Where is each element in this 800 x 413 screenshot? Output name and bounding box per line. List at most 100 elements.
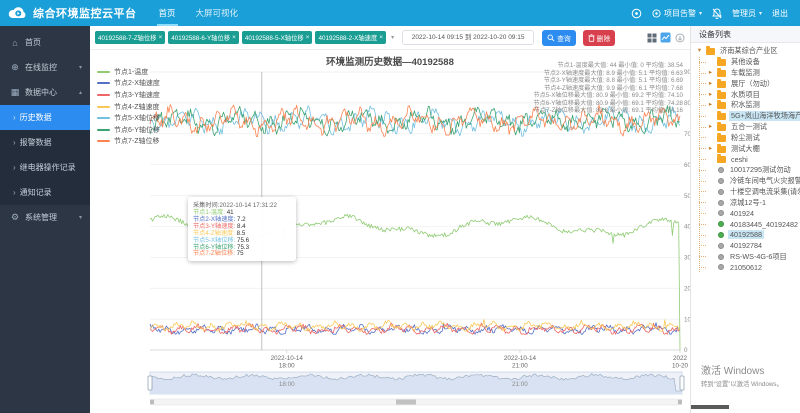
user-menu[interactable]: 管理员 ▾ bbox=[732, 8, 762, 19]
tree-item[interactable]: 10017295测试勿动 bbox=[707, 165, 800, 176]
tree-item[interactable]: RS-WS-4G-6项目 bbox=[707, 251, 800, 262]
sidebar-subitem[interactable]: ›报警数据 bbox=[0, 130, 90, 155]
close-icon[interactable]: × bbox=[232, 34, 236, 41]
toggle-expanded-icon[interactable]: ▾ bbox=[696, 46, 703, 56]
topbar-menu: 首页大屏可视化 bbox=[149, 0, 249, 26]
tree-item[interactable]: ▸ 车载监测 bbox=[707, 68, 800, 79]
tree-item[interactable]: 其他设备 bbox=[707, 57, 800, 68]
topbar: 综合环境监控云平台 首页大屏可视化 项目告警 ▾ 管理员 bbox=[0, 0, 800, 26]
delete-button[interactable]: 删除 bbox=[583, 30, 616, 46]
toggle-collapsed-icon[interactable]: ▸ bbox=[707, 100, 714, 110]
project-alarm-menu[interactable]: 项目告警 ▾ bbox=[652, 8, 702, 19]
legend-item[interactable]: 节点4-Z轴速度 bbox=[97, 101, 160, 113]
legend-marker bbox=[97, 82, 110, 84]
filter-tag[interactable]: 40192588-2-X轴速度× bbox=[315, 31, 386, 44]
tooltip-rows: 节点1-温度: 41节点2-X轴速度: 7.2节点3-Y轴速度: 8.4节点4-… bbox=[193, 210, 291, 258]
tree-item[interactable]: ceshi bbox=[707, 154, 800, 165]
close-icon[interactable]: × bbox=[306, 34, 310, 41]
tooltip-series-value: 75 bbox=[237, 250, 244, 257]
download-icon[interactable] bbox=[674, 32, 685, 43]
tree-item[interactable]: 冷链车间电气火灾报警器 bbox=[707, 176, 800, 187]
trash-icon bbox=[588, 34, 595, 42]
device-status-dot-offline bbox=[718, 178, 724, 184]
folder-icon bbox=[717, 124, 726, 131]
legend-item[interactable]: 节点7-Z轴位移 bbox=[97, 136, 160, 148]
tree-item-label: 其他设备 bbox=[729, 57, 762, 67]
chart-stat-line: 节点5-X轴位移最大值: 80.9 最小值: 69.2 平均值: 74.10 bbox=[533, 92, 683, 100]
legend-label: 节点6-Y轴位移 bbox=[114, 125, 160, 135]
tree-item[interactable]: ▸ 展厅（勿动） bbox=[707, 78, 800, 89]
filter-tag[interactable]: 40192588-6-Y轴位移× bbox=[168, 31, 239, 44]
query-button[interactable]: 查询 bbox=[542, 30, 576, 46]
tree-item-label: 车载监测 bbox=[729, 68, 762, 78]
toggle-collapsed-icon[interactable]: ▸ bbox=[707, 79, 714, 89]
table-view-icon[interactable] bbox=[646, 32, 657, 43]
sidebar-item-1[interactable]: ⊕在线监控▾ bbox=[0, 55, 90, 80]
tree-item-label: ceshi bbox=[729, 155, 750, 164]
chart-stat-line: 节点1-温度最大值: 44 最小值: 0 平均值: 38.54 bbox=[533, 62, 683, 70]
tree-item[interactable]: 凉城12号-1 bbox=[707, 197, 800, 208]
legend-item[interactable]: 节点3-Y轴速度 bbox=[97, 89, 160, 101]
folder-icon bbox=[717, 59, 726, 66]
chart-view-icon[interactable] bbox=[660, 32, 671, 43]
device-status-dot-offline bbox=[718, 254, 724, 260]
toggle-collapsed-icon[interactable]: ▸ bbox=[707, 122, 714, 132]
sidebar-subitem-label: 继电器操作记录 bbox=[20, 162, 76, 173]
panel-scrollbar-thumb[interactable] bbox=[691, 405, 729, 409]
date-range-input[interactable]: 2022-10-14 09:15 到 2022-10-20 09:15 bbox=[402, 30, 534, 45]
sidebar-item-0[interactable]: ⌂首页 bbox=[0, 30, 90, 55]
folder-icon bbox=[717, 113, 726, 120]
toggle-collapsed-icon[interactable]: ▸ bbox=[707, 90, 714, 100]
folder-icon bbox=[717, 156, 726, 163]
sidebar-subitem[interactable]: ›继电器操作记录 bbox=[0, 155, 90, 180]
tree-item[interactable]: ▸ 五合一测试 bbox=[707, 122, 800, 133]
topbar-right: 项目告警 ▾ 管理员 ▾ 退出 bbox=[631, 8, 800, 19]
sidebar-item-label: 在线监控 bbox=[25, 62, 57, 73]
tree-item[interactable]: 十楼空调电流采集(请勿动) bbox=[707, 186, 800, 197]
tree-item[interactable]: ▸水质项目 bbox=[707, 89, 800, 100]
filter-tag[interactable]: 40192588-5-X轴位移× bbox=[242, 31, 313, 44]
topmenu-item-0[interactable]: 首页 bbox=[149, 0, 186, 26]
legend-item[interactable]: 节点6-Y轴位移 bbox=[97, 124, 160, 136]
svg-text:30: 30 bbox=[684, 255, 690, 262]
tree-item[interactable]: ▸积水监测 bbox=[707, 100, 800, 111]
legend-item[interactable]: 节点2-X轴速度 bbox=[97, 78, 160, 90]
fullscreen-icon[interactable] bbox=[631, 8, 642, 19]
chevron-down-icon: ▾ bbox=[79, 64, 82, 71]
sidebar-subitem[interactable]: ›通知记录 bbox=[0, 180, 90, 205]
folder-icon bbox=[717, 70, 726, 77]
select-caret-icon[interactable]: ▾ bbox=[391, 34, 394, 41]
bell-muted-icon[interactable] bbox=[712, 8, 722, 19]
tree-item[interactable]: 5G+岚山海洋牧场海产品 bbox=[707, 111, 800, 122]
filter-tag[interactable]: 40192588-7-Z轴位移× bbox=[95, 31, 165, 44]
tree-item[interactable]: ▸测试大棚 bbox=[707, 143, 800, 154]
close-icon[interactable]: × bbox=[379, 34, 383, 41]
sidebar-subitem[interactable]: ›历史数据 bbox=[0, 105, 90, 130]
sidebar-submenu: ›历史数据›报警数据›继电器操作记录›通知记录 bbox=[0, 105, 90, 205]
tree-item[interactable]: 40183445_40192482 bbox=[707, 219, 800, 230]
sidebar-subitem-label: 历史数据 bbox=[20, 112, 52, 123]
svg-text:2022-10-14: 2022-10-14 bbox=[271, 355, 304, 362]
chart-stat-line: 节点7-Z轴位移最大值: 80.8 最小值: 69.1 平均值: 74.16 bbox=[533, 107, 683, 115]
tree-item[interactable]: ▾济南某综合产业区 bbox=[696, 46, 800, 57]
tree-item-label: 展厅（勿动） bbox=[729, 79, 776, 89]
toggle-collapsed-icon[interactable]: ▸ bbox=[707, 68, 714, 78]
gear-icon: ⚙ bbox=[10, 212, 20, 223]
tree-item[interactable]: 21050612 bbox=[707, 262, 800, 273]
tree-item[interactable]: 粉尘测试 bbox=[707, 132, 800, 143]
toggle-collapsed-icon[interactable]: ▸ bbox=[707, 144, 714, 154]
topmenu-item-1[interactable]: 大屏可视化 bbox=[186, 0, 249, 26]
legend-item[interactable]: 节点1-温度 bbox=[97, 66, 160, 78]
legend-marker bbox=[97, 106, 110, 108]
sidebar-item-3[interactable]: ⚙系统管理▾ bbox=[0, 205, 90, 230]
close-icon[interactable]: × bbox=[158, 34, 162, 41]
tree-item-label: 五合一测试 bbox=[729, 122, 769, 132]
user-name-label: 管理员 bbox=[732, 8, 756, 19]
tree-item[interactable]: 401924 bbox=[707, 208, 800, 219]
tree-item[interactable]: 40192588 bbox=[707, 230, 800, 241]
app-root: 综合环境监控云平台 首页大屏可视化 项目告警 ▾ 管理员 bbox=[0, 0, 800, 413]
legend-item[interactable]: 节点5-X轴位移 bbox=[97, 112, 160, 124]
logout-button[interactable]: 退出 bbox=[772, 8, 788, 19]
tree-item[interactable]: 40192784 bbox=[707, 240, 800, 251]
sidebar-item-2[interactable]: ▦数据中心▴ bbox=[0, 80, 90, 105]
